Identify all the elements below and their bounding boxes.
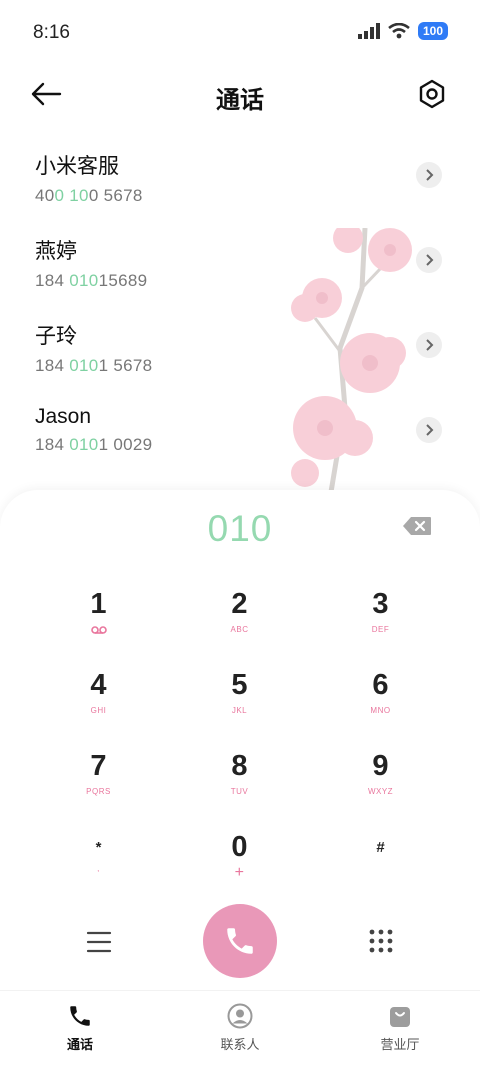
bottom-nav: 通话 联系人 营业厅 (0, 990, 480, 1067)
key-digit: 9 (372, 750, 389, 782)
key-5[interactable]: 5 JKL (169, 659, 310, 740)
key-digit: 5 (231, 669, 248, 701)
key-3[interactable]: 3 DEF (310, 578, 451, 659)
contact-item[interactable]: 燕婷 184 01015689 (0, 221, 480, 306)
contact-number: 184 01015689 (35, 271, 148, 290)
toggle-keypad-button[interactable] (368, 928, 394, 954)
key-1[interactable]: 1 (28, 578, 169, 659)
contact-name: 子玲 (35, 325, 77, 348)
nav-label: 营业厅 (380, 1037, 420, 1052)
key-letters: MNO (370, 706, 391, 715)
signal-icon (357, 23, 380, 39)
key-2[interactable]: 2 ABC (169, 578, 310, 659)
key-digit: 4 (90, 669, 107, 701)
settings-hexagon-icon (419, 79, 445, 109)
contact-item[interactable]: 小米客服 400 100 5678 (0, 136, 480, 221)
back-arrow-icon (31, 82, 62, 106)
contact-item[interactable]: Jason 184 0101 0029 (0, 391, 480, 476)
key-letters: TUV (230, 787, 249, 796)
chevron-right-icon (426, 424, 434, 436)
key-digit: 3 (372, 588, 389, 620)
key-hash[interactable]: # (310, 821, 451, 902)
key-letters: ABC (230, 625, 249, 634)
key-digit: * (95, 839, 102, 856)
menu-icon (86, 931, 112, 953)
key-letters: + (234, 864, 245, 881)
nav-tab-store[interactable]: 营业厅 (320, 991, 480, 1067)
nav-tab-contacts[interactable]: 联系人 (160, 991, 320, 1067)
phone-icon (70, 1006, 90, 1026)
contacts-icon (227, 1003, 253, 1029)
settings-button[interactable] (414, 76, 450, 112)
contact-detail-button[interactable] (416, 417, 442, 443)
phone-icon (227, 928, 253, 954)
contact-number: 184 0101 0029 (35, 435, 153, 454)
menu-button[interactable] (86, 930, 112, 954)
key-letters: WXYZ (367, 787, 394, 796)
contact-detail-button[interactable] (416, 332, 442, 358)
contact-detail-button[interactable] (416, 162, 442, 188)
call-button[interactable] (203, 904, 277, 978)
nav-tab-calls[interactable]: 通话 (0, 991, 160, 1067)
status-icons: 100 (357, 22, 448, 40)
wifi-icon (388, 23, 410, 39)
status-time: 8:16 (33, 22, 70, 43)
dialpad-actions (0, 902, 480, 982)
key-digit: 0 (231, 831, 248, 863)
contact-detail-button[interactable] (416, 247, 442, 273)
key-digit: 7 (90, 750, 107, 782)
store-bag-icon (390, 1007, 410, 1027)
backspace-icon (403, 517, 431, 535)
status-bar: 8:16 100 (0, 0, 480, 64)
key-6[interactable]: 6 MNO (310, 659, 451, 740)
chevron-right-icon (426, 169, 434, 181)
key-letters: PQRS (86, 787, 111, 796)
key-letters: GHI (90, 706, 107, 715)
contact-name: 燕婷 (35, 240, 77, 263)
back-button[interactable] (30, 79, 70, 109)
nav-label: 通话 (66, 1037, 93, 1052)
key-7[interactable]: 7 PQRS (28, 740, 169, 821)
contact-name: 小米客服 (35, 155, 119, 178)
key-letters: DEF (371, 625, 390, 634)
voicemail-icon (90, 626, 107, 634)
keypad-grid-icon (369, 929, 393, 953)
battery-indicator: 100 (417, 22, 448, 40)
contact-name: Jason (35, 405, 92, 428)
contact-number: 400 100 5678 (35, 186, 143, 205)
delete-button[interactable] (402, 516, 432, 536)
key-digit: 1 (90, 588, 107, 620)
dialpad-panel: 010 1 2 ABC 3 DEF 4 GHI 5 JKL 6 MNO 7 PQ… (0, 490, 480, 990)
contact-list: 小米客服 400 100 5678 燕婷 184 01015689 子玲 184… (0, 136, 480, 476)
key-letters: JKL (231, 706, 248, 715)
page-title: 通话 (216, 87, 264, 114)
key-star[interactable]: * , (28, 821, 169, 902)
chevron-right-icon (426, 339, 434, 351)
key-digit: 8 (231, 750, 248, 782)
key-8[interactable]: 8 TUV (169, 740, 310, 821)
header: 通话 (0, 64, 480, 124)
key-digit: 6 (372, 669, 389, 701)
contact-item[interactable]: 子玲 184 0101 5678 (0, 306, 480, 391)
keypad-grid: 1 2 ABC 3 DEF 4 GHI 5 JKL 6 MNO 7 PQRS 8… (28, 578, 452, 902)
key-digit: # (376, 839, 385, 856)
contact-number: 184 0101 5678 (35, 356, 153, 375)
chevron-right-icon (426, 254, 434, 266)
key-digit: 2 (231, 588, 248, 620)
key-letters: , (97, 864, 100, 873)
key-4[interactable]: 4 GHI (28, 659, 169, 740)
key-0[interactable]: 0 + (169, 821, 310, 902)
nav-label: 联系人 (220, 1037, 260, 1052)
key-9[interactable]: 9 WXYZ (310, 740, 451, 821)
